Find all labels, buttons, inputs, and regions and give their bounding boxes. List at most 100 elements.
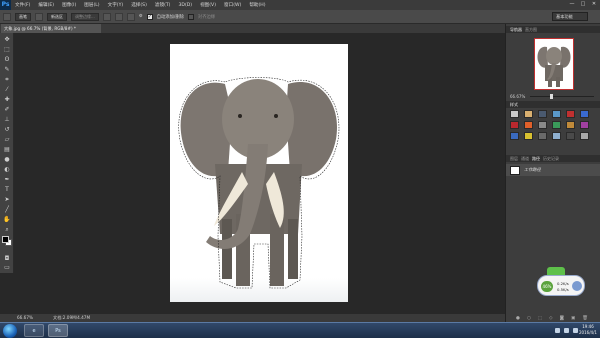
path-row-work-path[interactable]: 工作路径 xyxy=(506,164,600,176)
navigator-slider-thumb[interactable] xyxy=(550,94,553,99)
menu-edit[interactable]: 编辑(E) xyxy=(34,2,58,8)
canvas-area[interactable] xyxy=(15,33,505,314)
network-speed-widget[interactable]: 46% 0.2K/s 0.5K/s xyxy=(537,267,587,297)
refine-edge-button[interactable]: 调整边缘... xyxy=(71,12,99,21)
close-button[interactable]: ✕ xyxy=(591,1,597,8)
style-swatch[interactable] xyxy=(510,110,519,118)
style-swatch[interactable] xyxy=(524,121,533,129)
style-swatch[interactable] xyxy=(524,110,533,118)
eraser-tool-icon[interactable]: ▱ xyxy=(2,136,12,144)
ie-icon[interactable]: e xyxy=(24,324,44,337)
crop-tool-icon[interactable]: ⌗ xyxy=(2,76,12,84)
document-tab[interactable]: 大象.jpg @ 66.7% (背景, RGB/8#) * xyxy=(1,24,101,33)
healing-brush-tool-icon[interactable]: ✚ xyxy=(2,96,12,104)
style-swatch[interactable] xyxy=(552,132,561,140)
style-swatch[interactable] xyxy=(580,132,589,140)
load-selection-icon[interactable]: ⬚ xyxy=(538,316,542,321)
selection-mode-icon[interactable] xyxy=(35,12,43,21)
style-swatch[interactable] xyxy=(538,110,547,118)
style-swatch[interactable] xyxy=(566,132,575,140)
document-canvas[interactable] xyxy=(170,44,348,302)
tab-channels[interactable]: 通道 xyxy=(521,156,529,162)
pen-tool-icon[interactable]: ✒ xyxy=(2,176,12,184)
path-arrange-icon[interactable] xyxy=(126,12,135,21)
zoom-tool-icon[interactable]: ⌕ xyxy=(2,226,12,234)
minimize-button[interactable]: — xyxy=(569,1,575,8)
menu-type[interactable]: 文字(Y) xyxy=(104,2,128,8)
style-swatch[interactable] xyxy=(566,121,575,129)
style-swatch[interactable] xyxy=(510,121,519,129)
photoshop-icon[interactable]: Ps xyxy=(48,324,68,337)
menu-filter[interactable]: 滤镜(T) xyxy=(151,2,175,8)
zoom-readout[interactable]: 66.67% xyxy=(17,314,33,322)
shape-tool-icon[interactable]: ╱ xyxy=(2,206,12,214)
style-swatch[interactable] xyxy=(580,121,589,129)
style-swatch[interactable] xyxy=(552,110,561,118)
path-ops-icon[interactable] xyxy=(102,12,111,21)
quick-select-tool-icon[interactable]: ✎ xyxy=(2,66,12,74)
stroke-path-icon[interactable]: ○ xyxy=(527,316,531,321)
style-swatch[interactable] xyxy=(538,121,547,129)
add-mask-icon[interactable]: ◙ xyxy=(560,316,564,321)
screen-mode-icon[interactable]: ▭ xyxy=(2,264,12,272)
document-size-info[interactable]: 文档:2.09M/4.47M xyxy=(53,314,90,322)
style-swatch[interactable] xyxy=(510,132,519,140)
maximize-button[interactable]: □ xyxy=(580,1,586,8)
dodge-tool-icon[interactable]: ◐ xyxy=(2,166,12,174)
marquee-tool-icon[interactable]: ⬚ xyxy=(2,46,12,54)
menu-select[interactable]: 选择(S) xyxy=(127,2,151,8)
tab-styles[interactable]: 样式 xyxy=(510,102,518,108)
style-swatch[interactable] xyxy=(552,121,561,129)
lasso-tool-icon[interactable]: ʘ xyxy=(2,56,12,64)
trash-icon[interactable]: 🗑 xyxy=(582,316,588,321)
menu-window[interactable]: 窗口(W) xyxy=(220,2,245,8)
gear-icon[interactable]: ⚙ xyxy=(139,14,143,19)
preset-picker[interactable]: 画笔 xyxy=(15,12,31,21)
quick-mask-icon[interactable]: ◘ xyxy=(2,255,12,263)
menu-layer[interactable]: 图层(L) xyxy=(80,2,103,8)
auto-add-delete-checkbox[interactable]: ✓ xyxy=(146,13,153,20)
align-edges-checkbox[interactable] xyxy=(187,13,194,20)
brush-tool-icon[interactable]: ✐ xyxy=(2,106,12,114)
tab-layers[interactable]: 图层 xyxy=(510,156,518,162)
eyedropper-tool-icon[interactable]: ⁄ xyxy=(2,86,12,94)
make-work-path-icon[interactable]: ◇ xyxy=(549,316,552,321)
workspace-select[interactable]: 基本功能 xyxy=(552,12,588,21)
path-select-tool-icon[interactable]: ➤ xyxy=(2,196,12,204)
tab-history[interactable]: 历史记录 xyxy=(543,156,559,162)
foreground-color-swatch[interactable] xyxy=(2,236,9,243)
tray-network-icon[interactable] xyxy=(564,328,569,333)
path-align-icon[interactable] xyxy=(114,12,123,21)
style-swatch[interactable] xyxy=(566,110,575,118)
menu-3d[interactable]: 3D(D) xyxy=(174,3,196,8)
mode-select[interactable]: 新选区 xyxy=(47,12,67,21)
tab-navigator[interactable]: 导航器 xyxy=(510,27,522,33)
menu-file[interactable]: 文件(F) xyxy=(11,2,34,8)
tool-preset-icon[interactable] xyxy=(3,12,11,21)
history-brush-tool-icon[interactable]: ↺ xyxy=(2,126,12,134)
blur-tool-icon[interactable]: ● xyxy=(2,156,12,164)
type-tool-icon[interactable]: T xyxy=(2,186,12,194)
gradient-tool-icon[interactable]: ▤ xyxy=(2,146,12,154)
tab-histogram[interactable]: 直方图 xyxy=(525,27,537,33)
menu-help[interactable]: 帮助(H) xyxy=(245,2,269,8)
style-swatch[interactable] xyxy=(538,132,547,140)
tab-paths[interactable]: 路径 xyxy=(532,156,540,162)
hand-tool-icon[interactable]: ✋ xyxy=(2,216,12,224)
navigator-zoom-slider[interactable] xyxy=(530,96,594,97)
path-thumbnail xyxy=(510,165,520,175)
speed-boost-icon[interactable] xyxy=(572,281,582,291)
menu-view[interactable]: 视图(V) xyxy=(196,2,220,8)
clone-stamp-tool-icon[interactable]: ⊥ xyxy=(2,116,12,124)
style-swatch[interactable] xyxy=(580,110,589,118)
tray-flag-icon[interactable] xyxy=(555,328,560,333)
move-tool-icon[interactable]: ✥ xyxy=(2,36,12,44)
navigator-preview[interactable] xyxy=(534,38,574,90)
menu-image[interactable]: 图像(I) xyxy=(58,2,80,8)
fill-path-icon[interactable]: ● xyxy=(516,316,520,321)
style-swatch[interactable] xyxy=(524,132,533,140)
start-button[interactable] xyxy=(3,324,17,338)
new-path-icon[interactable]: ▣ xyxy=(571,316,575,321)
taskbar-clock[interactable]: 19:46 2016/4/1 xyxy=(578,324,598,336)
navigator-zoom-value[interactable]: 66.67% xyxy=(510,94,525,99)
